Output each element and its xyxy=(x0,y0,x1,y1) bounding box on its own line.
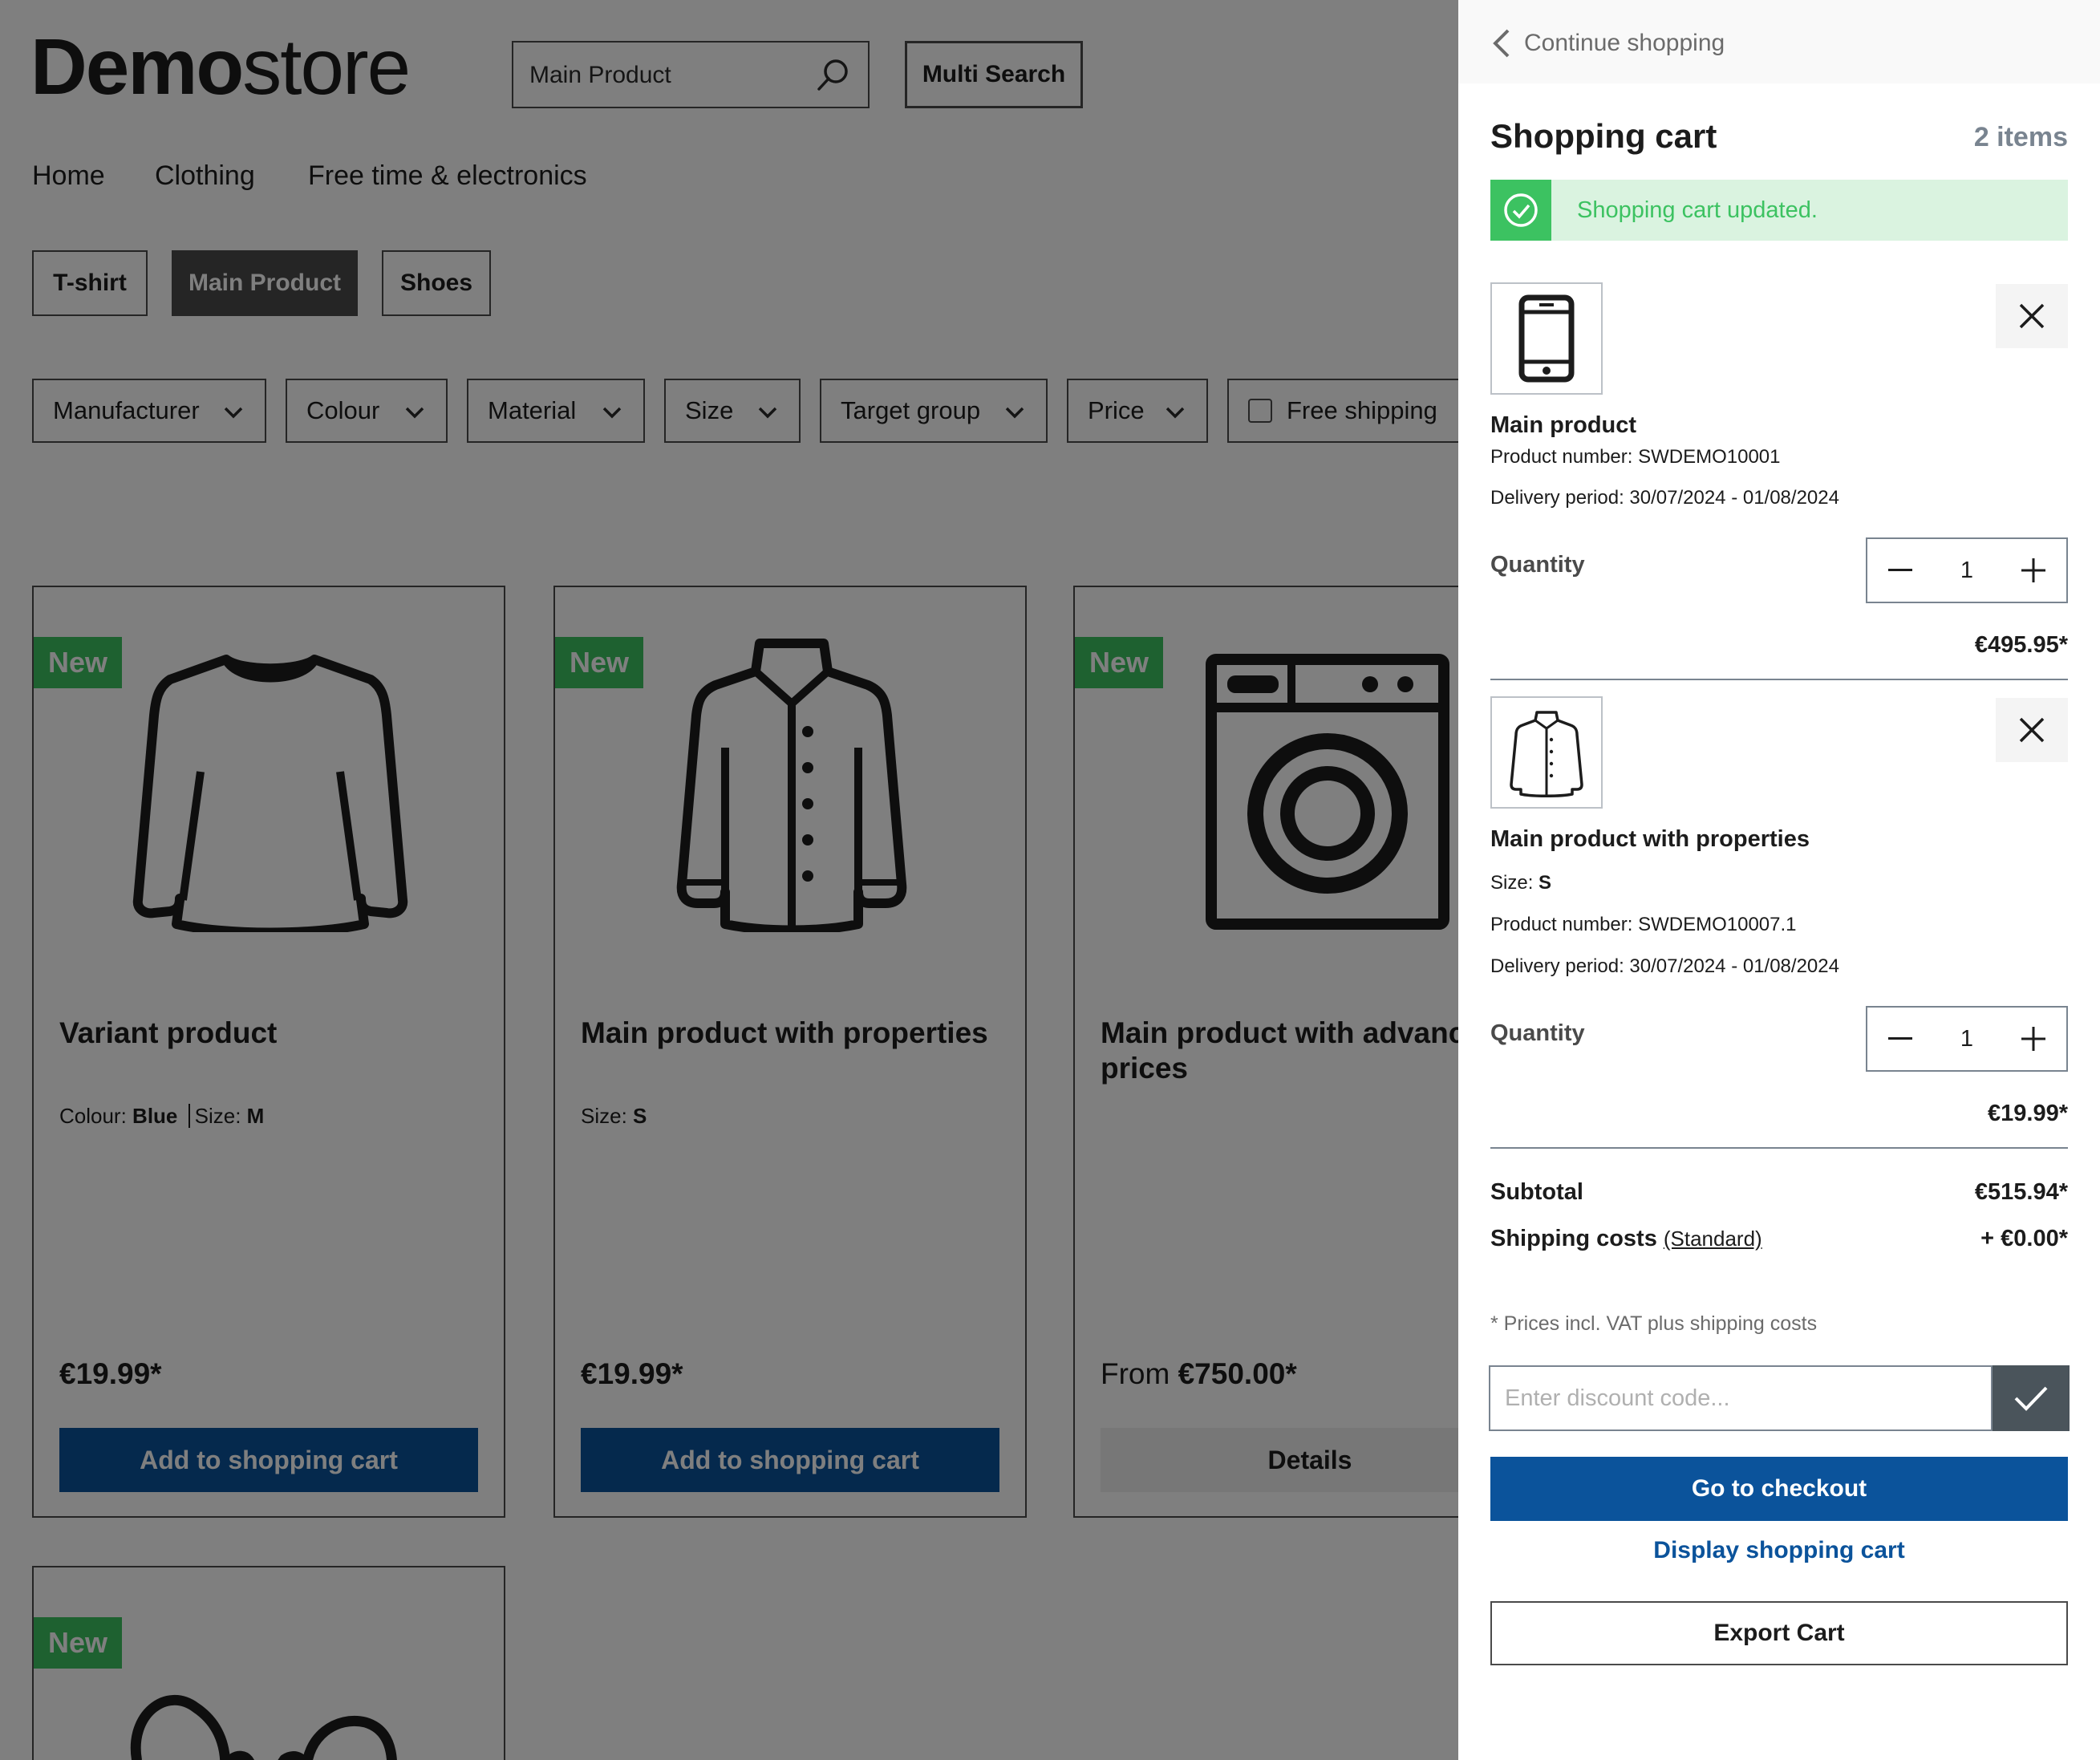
cart-item-count: 2 items xyxy=(1973,122,2068,152)
checkmark-icon xyxy=(2014,1386,2048,1411)
shipping-costs-row: Shipping costs (Standard) xyxy=(1490,1226,1762,1252)
cart-title: Shopping cart xyxy=(1490,117,1717,155)
close-icon xyxy=(2019,717,2045,743)
plus-icon xyxy=(2021,558,2045,582)
continue-shopping-link[interactable]: Continue shopping xyxy=(1490,27,1725,59)
export-cart-button[interactable]: Export Cart xyxy=(1490,1601,2068,1665)
minus-icon xyxy=(1888,569,1912,571)
shirt-icon xyxy=(1510,711,1583,797)
divider xyxy=(1490,1147,2068,1149)
shipping-costs-value: + €0.00* xyxy=(1980,1226,2068,1251)
success-alert: Shopping cart updated. xyxy=(1490,180,2068,241)
continue-shopping-label: Continue shopping xyxy=(1524,30,1725,56)
increase-quantity-button[interactable] xyxy=(2001,1008,2066,1070)
apply-discount-button[interactable] xyxy=(1993,1365,2070,1431)
line-item-thumbnail[interactable] xyxy=(1490,282,1603,395)
subtotal-value: €515.94* xyxy=(1974,1179,2068,1205)
decrease-quantity-button[interactable] xyxy=(1867,539,1933,602)
remove-item-button[interactable] xyxy=(1996,284,2068,348)
quantity-stepper[interactable]: 1 xyxy=(1866,1006,2068,1072)
quantity-label: Quantity xyxy=(1490,1020,1585,1046)
quantity-value[interactable]: 1 xyxy=(1933,539,2001,602)
line-item-price: €495.95* xyxy=(1974,632,2068,658)
offcanvas-cart: Continue shopping Shopping cart 2 items … xyxy=(1458,0,2100,1760)
discount-placeholder: Enter discount code... xyxy=(1505,1385,1730,1411)
cart-top-bar: Continue shopping xyxy=(1458,0,2100,83)
line-item-price: €19.99* xyxy=(1988,1101,2068,1126)
line-item-product-number: Product number: SWDEMO10001 xyxy=(1490,446,1781,468)
backdrop-overlay[interactable] xyxy=(0,0,1458,1760)
quantity-label: Quantity xyxy=(1490,552,1585,578)
minus-icon xyxy=(1888,1037,1912,1040)
storefront-page: Demostore Main Product Multi Search Home… xyxy=(0,0,2100,1760)
subtotal-label: Subtotal xyxy=(1490,1179,1583,1205)
line-item-name[interactable]: Main product with properties xyxy=(1490,826,1810,853)
close-icon xyxy=(2019,303,2045,329)
shipping-costs-label: Shipping costs xyxy=(1490,1226,1657,1251)
remove-item-button[interactable] xyxy=(1996,698,2068,762)
increase-quantity-button[interactable] xyxy=(2001,539,2066,602)
quantity-stepper[interactable]: 1 xyxy=(1866,537,2068,603)
plus-icon xyxy=(2021,1027,2045,1051)
check-circle-icon xyxy=(1490,180,1551,241)
size-value: S xyxy=(1539,872,1552,894)
line-item-size: Size: S xyxy=(1490,872,1551,894)
size-label: Size: xyxy=(1490,872,1539,894)
line-item-delivery: Delivery period: 30/07/2024 - 01/08/2024 xyxy=(1490,487,1839,509)
vat-note: * Prices incl. VAT plus shipping costs xyxy=(1490,1312,1818,1335)
line-item-delivery: Delivery period: 30/07/2024 - 01/08/2024 xyxy=(1490,955,1839,977)
line-item-thumbnail[interactable] xyxy=(1490,696,1603,809)
go-to-checkout-button[interactable]: Go to checkout xyxy=(1490,1457,2068,1521)
display-shopping-cart-link[interactable]: Display shopping cart xyxy=(1490,1537,2068,1569)
alert-text: Shopping cart updated. xyxy=(1577,197,1818,223)
quantity-value[interactable]: 1 xyxy=(1933,1008,2001,1070)
line-item-product-number: Product number: SWDEMO10007.1 xyxy=(1490,914,1797,935)
discount-code-input[interactable]: Enter discount code... xyxy=(1489,1365,1993,1431)
divider xyxy=(1490,679,2068,680)
phone-icon xyxy=(1518,294,1575,383)
shipping-method-link[interactable]: (Standard) xyxy=(1664,1227,1762,1251)
chevron-left-icon xyxy=(1493,29,1510,58)
line-item-name[interactable]: Main product xyxy=(1490,412,1636,439)
decrease-quantity-button[interactable] xyxy=(1867,1008,1933,1070)
